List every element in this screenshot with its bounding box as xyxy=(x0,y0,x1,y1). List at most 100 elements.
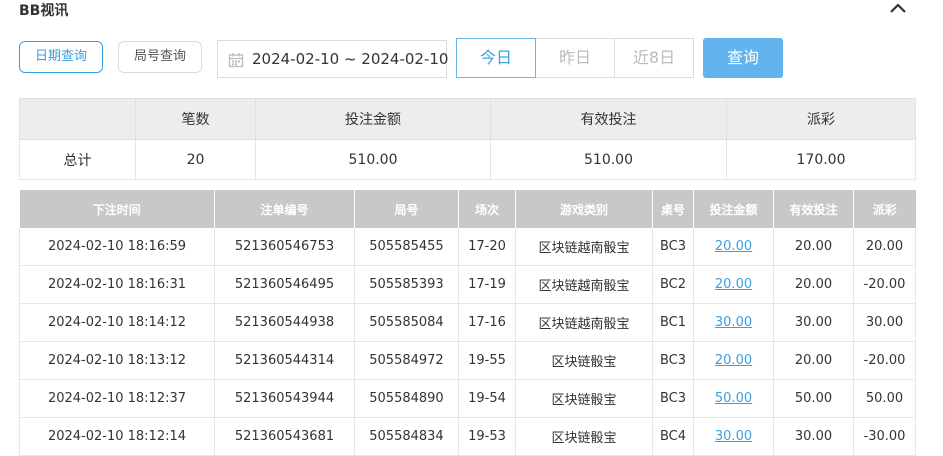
valid-bet-cell: 20.00 xyxy=(773,341,854,380)
chevron-up-icon[interactable] xyxy=(886,0,910,16)
bet-time-cell: 2024-02-10 18:12:37 xyxy=(19,379,215,418)
summary-header-cell: 投注金额 xyxy=(255,98,491,140)
column-header: 场次 xyxy=(458,190,516,228)
game-type-cell: 区块链骰宝 xyxy=(515,417,653,456)
page-title: BB视讯 xyxy=(19,3,69,19)
bet-id-cell: 521360544314 xyxy=(214,341,355,380)
bet-detail-table: 下注时间 注单编号 局号 场次 游戏类别 桌号 投注金额 有效投注 派彩 202… xyxy=(19,190,916,456)
table-no-cell: BC4 xyxy=(652,417,694,456)
valid-bet-cell: 30.00 xyxy=(773,417,854,456)
summary-total-row: 总计 20 510.00 510.00 170.00 xyxy=(19,139,916,180)
session-cell: 19-53 xyxy=(458,417,516,456)
summary-header-cell: 笔数 xyxy=(135,98,256,140)
table-row: 2024-02-10 18:16:31 521360546495 5055853… xyxy=(19,265,916,304)
column-header: 注单编号 xyxy=(214,190,355,228)
table-no-cell: BC3 xyxy=(652,341,694,380)
bet-amount-cell: 20.00 xyxy=(693,228,774,266)
round-id-cell: 505585455 xyxy=(354,228,459,266)
bet-id-cell: 521360543681 xyxy=(214,417,355,456)
bet-amount-link[interactable]: 30.00 xyxy=(715,429,752,444)
session-cell: 17-20 xyxy=(458,228,516,266)
payout-cell: 50.00 xyxy=(853,379,916,418)
query-button[interactable]: 查询 xyxy=(703,38,783,78)
table-no-cell: BC1 xyxy=(652,303,694,342)
date-range-value: 2024-02-10 ~ 2024-02-10 xyxy=(252,50,449,68)
summary-cell: 510.00 xyxy=(255,139,491,180)
bet-time-cell: 2024-02-10 18:13:12 xyxy=(19,341,215,380)
game-type-cell: 区块链越南骰宝 xyxy=(515,265,653,304)
bet-id-cell: 521360544938 xyxy=(214,303,355,342)
payout-cell: 30.00 xyxy=(853,303,916,342)
bet-time-cell: 2024-02-10 18:16:59 xyxy=(19,228,215,266)
table-no-cell: BC3 xyxy=(652,379,694,418)
detail-header-row: 下注时间 注单编号 局号 场次 游戏类别 桌号 投注金额 有效投注 派彩 xyxy=(19,190,916,228)
table-row: 2024-02-10 18:12:37 521360543944 5055848… xyxy=(19,379,916,418)
bet-amount-link[interactable]: 30.00 xyxy=(715,315,752,330)
calendar-icon xyxy=(228,53,244,68)
summary-cell: 510.00 xyxy=(490,139,727,180)
today-tab[interactable]: 今日 xyxy=(456,38,536,78)
bet-amount-link[interactable]: 20.00 xyxy=(715,239,752,254)
summary-cell: 170.00 xyxy=(726,139,916,180)
column-header: 投注金额 xyxy=(693,190,774,228)
column-header: 派彩 xyxy=(853,190,916,228)
round-id-cell: 505584890 xyxy=(354,379,459,418)
summary-header-row: 笔数 投注金额 有效投注 派彩 xyxy=(19,98,916,140)
summary-header-cell xyxy=(19,98,136,140)
bet-amount-cell: 30.00 xyxy=(693,303,774,342)
round-query-button[interactable]: 局号查询 xyxy=(118,41,202,73)
table-row: 2024-02-10 18:14:12 521360544938 5055850… xyxy=(19,303,916,342)
round-id-cell: 505584834 xyxy=(354,417,459,456)
column-header: 下注时间 xyxy=(19,190,215,228)
round-id-cell: 505585084 xyxy=(354,303,459,342)
column-header: 有效投注 xyxy=(773,190,854,228)
bet-time-cell: 2024-02-10 18:16:31 xyxy=(19,265,215,304)
game-type-cell: 区块链骰宝 xyxy=(515,341,653,380)
summary-cell: 20 xyxy=(135,139,256,180)
session-cell: 17-19 xyxy=(458,265,516,304)
column-header: 局号 xyxy=(354,190,459,228)
table-row: 2024-02-10 18:16:59 521360546753 5055854… xyxy=(19,228,916,266)
valid-bet-cell: 20.00 xyxy=(773,228,854,266)
payout-cell: -20.00 xyxy=(853,265,916,304)
payout-cell: -30.00 xyxy=(853,417,916,456)
payout-cell: 20.00 xyxy=(853,228,916,266)
session-cell: 19-55 xyxy=(458,341,516,380)
bet-amount-link[interactable]: 20.00 xyxy=(715,277,752,292)
valid-bet-cell: 30.00 xyxy=(773,303,854,342)
bet-id-cell: 521360546495 xyxy=(214,265,355,304)
session-cell: 19-54 xyxy=(458,379,516,418)
bet-time-cell: 2024-02-10 18:12:14 xyxy=(19,417,215,456)
game-type-cell: 区块链越南骰宝 xyxy=(515,228,653,266)
bet-amount-cell: 30.00 xyxy=(693,417,774,456)
valid-bet-cell: 50.00 xyxy=(773,379,854,418)
round-id-cell: 505585393 xyxy=(354,265,459,304)
table-no-cell: BC3 xyxy=(652,228,694,266)
table-row: 2024-02-10 18:12:14 521360543681 5055848… xyxy=(19,417,916,456)
summary-header-cell: 有效投注 xyxy=(490,98,727,140)
bet-amount-link[interactable]: 50.00 xyxy=(715,391,752,406)
summary-cell: 总计 xyxy=(19,139,136,180)
yesterday-tab[interactable]: 昨日 xyxy=(535,38,615,78)
date-range-input[interactable]: 2024-02-10 ~ 2024-02-10 xyxy=(217,40,449,78)
bet-amount-link[interactable]: 20.00 xyxy=(715,353,752,368)
table-row: 2024-02-10 18:13:12 521360544314 5055849… xyxy=(19,341,916,380)
session-cell: 17-16 xyxy=(458,303,516,342)
game-type-cell: 区块链越南骰宝 xyxy=(515,303,653,342)
bet-amount-cell: 20.00 xyxy=(693,341,774,380)
date-query-button[interactable]: 日期查询 xyxy=(19,41,103,73)
last-8-days-tab[interactable]: 近8日 xyxy=(614,38,694,78)
bet-amount-cell: 50.00 xyxy=(693,379,774,418)
bet-id-cell: 521360546753 xyxy=(214,228,355,266)
column-header: 桌号 xyxy=(652,190,694,228)
round-id-cell: 505584972 xyxy=(354,341,459,380)
game-type-cell: 区块链骰宝 xyxy=(515,379,653,418)
bet-time-cell: 2024-02-10 18:14:12 xyxy=(19,303,215,342)
bet-id-cell: 521360543944 xyxy=(214,379,355,418)
summary-header-cell: 派彩 xyxy=(726,98,916,140)
table-no-cell: BC2 xyxy=(652,265,694,304)
column-header: 游戏类别 xyxy=(515,190,653,228)
valid-bet-cell: 20.00 xyxy=(773,265,854,304)
summary-table: 笔数 投注金额 有效投注 派彩 总计 20 510.00 510.00 170.… xyxy=(19,98,916,180)
bet-amount-cell: 20.00 xyxy=(693,265,774,304)
